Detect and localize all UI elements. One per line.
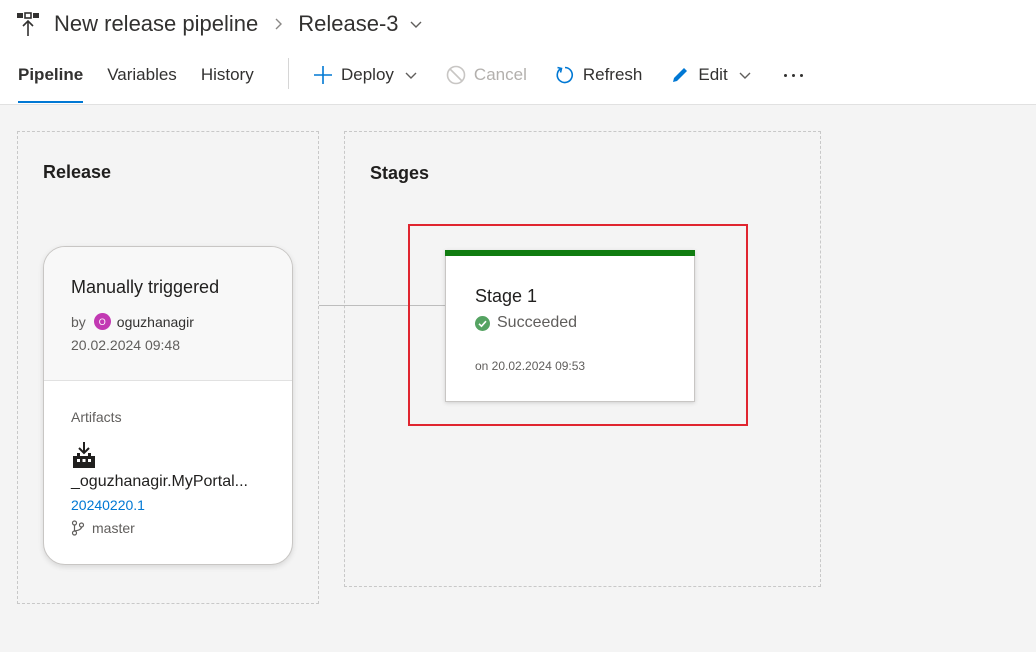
breadcrumb: New release pipeline Release-3 <box>16 8 423 40</box>
stage-status-label: Succeeded <box>497 314 578 331</box>
stage-name: Stage 1 <box>475 286 538 306</box>
deploy-label: Deploy <box>341 65 394 84</box>
more-actions-icon[interactable] <box>780 73 807 77</box>
plus-icon <box>314 66 332 84</box>
toolbar-divider <box>288 58 289 89</box>
branch-icon <box>71 520 85 536</box>
pipeline-name-link[interactable]: New release pipeline <box>54 11 258 37</box>
build-artifact-icon <box>73 442 95 468</box>
user-name: oguzhanagir <box>116 313 194 330</box>
chevron-right-icon <box>275 18 283 30</box>
cancel-label: Cancel <box>473 65 527 84</box>
trigger-type: Manually triggered <box>71 277 220 297</box>
release-date: 20.02.2024 09:48 <box>71 337 180 353</box>
stages-panel-title: Stages <box>370 163 430 183</box>
tab-variables[interactable]: Variables <box>107 58 177 104</box>
artifact-version-link[interactable]: 20240220.1 <box>71 497 145 513</box>
edit-label: Edit <box>698 65 728 84</box>
tab-pipeline[interactable]: Pipeline <box>18 58 84 104</box>
stage-card[interactable]: Stage 1 Succeeded on 20.02.2024 09:53 <box>445 250 695 402</box>
refresh-label: Refresh <box>582 65 643 84</box>
artifacts-label: Artifacts <box>71 409 122 425</box>
refresh-button[interactable]: Refresh <box>555 65 643 85</box>
release-card[interactable]: Manually triggered by O oguzhanagir 20.0… <box>43 246 293 565</box>
deploy-button[interactable]: Deploy <box>313 65 418 85</box>
stage-status-bar <box>445 250 695 256</box>
artifact-branch: master <box>71 520 135 536</box>
chevron-down-icon <box>410 21 422 28</box>
tab-history[interactable]: History <box>201 58 254 104</box>
tab-bar: Pipeline Variables History <box>18 58 278 104</box>
cancel-button[interactable]: Cancel <box>446 65 527 85</box>
by-label: by <box>71 313 86 330</box>
success-check-icon <box>475 315 490 331</box>
toolbar: Deploy Cancel Refresh Edit <box>313 58 807 92</box>
release-pipeline-icon <box>17 12 39 36</box>
pencil-icon <box>673 68 688 82</box>
branch-name: master <box>92 520 135 536</box>
artifact-name: _oguzhanagir.MyPortal... <box>71 473 248 490</box>
top-bar: New release pipeline Release-3 Pipeline … <box>0 0 1036 105</box>
stage-date: on 20.02.2024 09:53 <box>475 359 586 373</box>
chevron-down-icon <box>739 72 751 79</box>
edit-button[interactable]: Edit <box>670 65 751 85</box>
avatar: O <box>93 313 111 330</box>
release-name: Release-3 <box>298 11 399 36</box>
release-panel-title: Release <box>43 162 112 182</box>
cancel-icon <box>446 65 466 85</box>
refresh-icon <box>556 66 573 84</box>
triggered-by: by O oguzhanagir <box>71 313 194 330</box>
chevron-down-icon <box>405 72 417 79</box>
release-selector[interactable]: Release-3 <box>298 11 422 37</box>
stage-status: Succeeded <box>475 314 577 332</box>
